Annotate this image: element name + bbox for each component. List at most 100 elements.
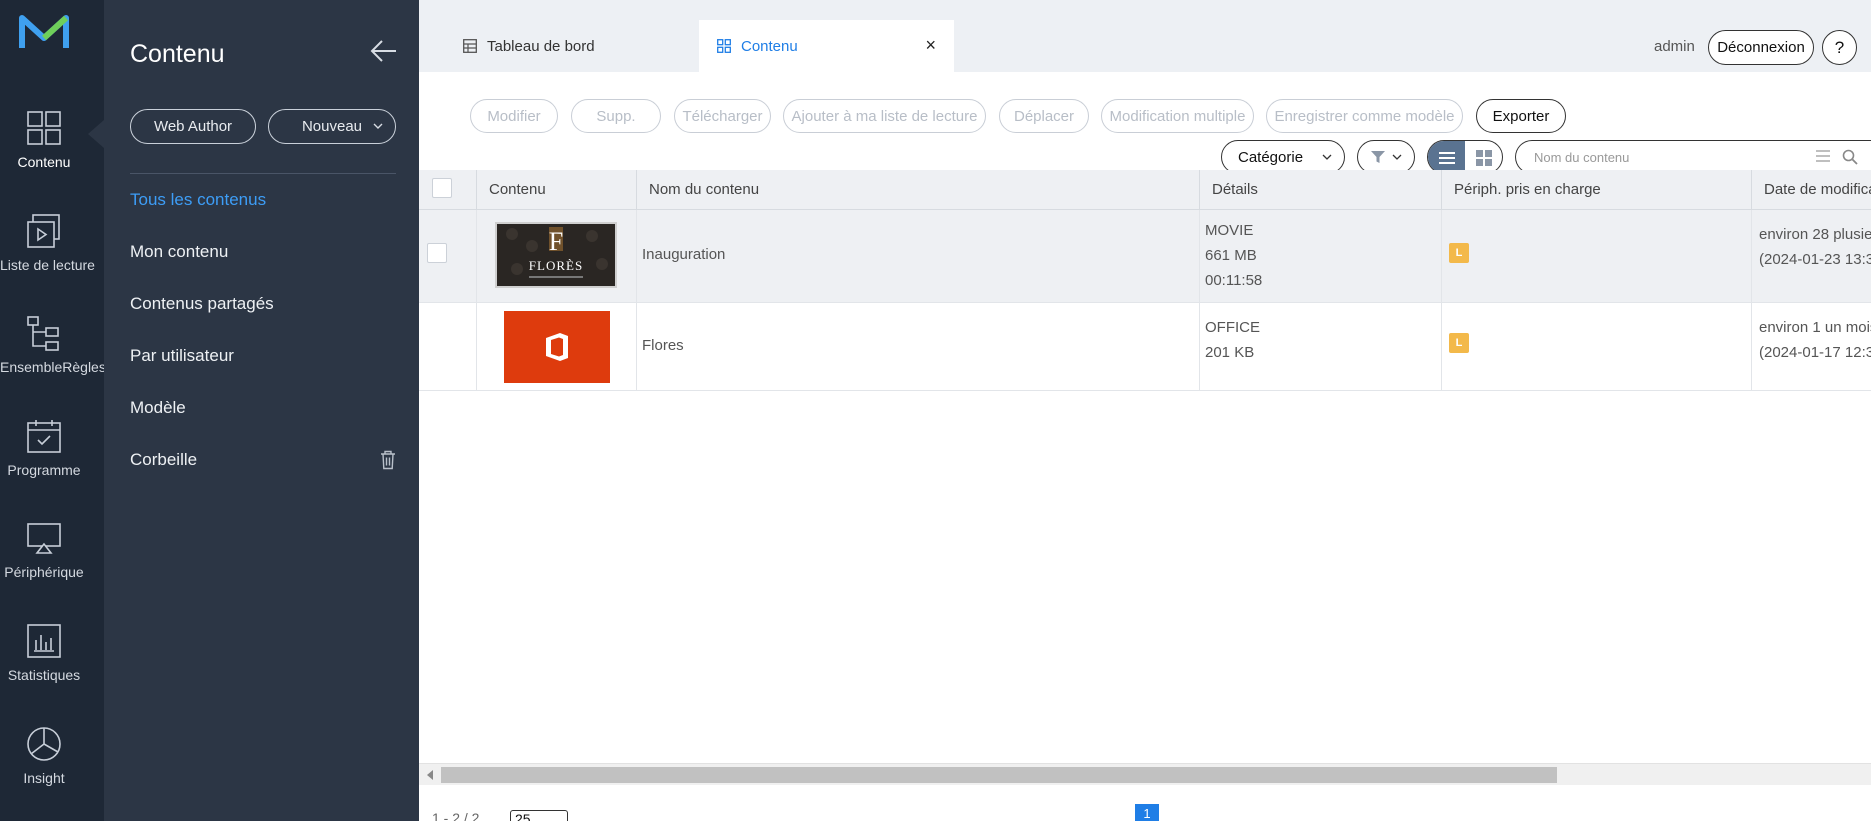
- device-badge: L: [1449, 333, 1469, 353]
- filter-icon: [1371, 151, 1385, 163]
- device-badge: L: [1449, 243, 1469, 263]
- menu-icon[interactable]: [1816, 150, 1830, 162]
- content-size: 661 MB: [1205, 247, 1257, 264]
- active-indicator: [88, 120, 104, 148]
- move-button[interactable]: Déplacer: [999, 99, 1089, 133]
- pie-icon: [27, 727, 61, 761]
- row-checkbox[interactable]: [427, 243, 447, 263]
- display-icon: [27, 523, 61, 554]
- column-header-details[interactable]: Détails: [1199, 170, 1441, 210]
- modify-button[interactable]: Modifier: [470, 99, 558, 133]
- column-header-date[interactable]: Date de modification: [1751, 170, 1871, 210]
- horizontal-scrollbar[interactable]: [419, 763, 1871, 785]
- web-author-button[interactable]: Web Author: [130, 109, 256, 144]
- help-button[interactable]: ?: [1822, 30, 1857, 65]
- rail-item-contenu[interactable]: Contenu: [0, 110, 88, 200]
- sidebar-item-par-utilisateur[interactable]: Par utilisateur: [130, 342, 396, 394]
- grid-icon: [27, 111, 61, 145]
- sidebar-item-mon-contenu[interactable]: Mon contenu: [130, 238, 396, 290]
- office-logo-icon: [546, 333, 568, 361]
- app-window: Contenu Liste de lecture EnsembleRègles: [0, 0, 1871, 821]
- rail-label: Liste de lecture: [0, 257, 95, 273]
- content-size: 201 KB: [1205, 344, 1255, 361]
- tab-contenu[interactable]: Contenu ×: [699, 20, 954, 72]
- close-tab-icon[interactable]: ×: [925, 35, 936, 56]
- add-to-playlist-button[interactable]: Ajouter à ma liste de lecture: [783, 99, 986, 133]
- thumb-text: FLORÈS: [529, 258, 583, 273]
- rail-item-insight[interactable]: Insight: [0, 726, 88, 816]
- rail-label: Périphérique: [4, 564, 84, 580]
- top-bar: Tableau de bord Contenu × admin Déconnex…: [419, 0, 1871, 72]
- calendar-check-icon: [27, 420, 61, 453]
- sidebar-title: Contenu: [130, 40, 225, 68]
- chart-icon: [27, 624, 61, 658]
- column-header-contenu[interactable]: Contenu: [476, 170, 636, 210]
- column-header-peripheriques[interactable]: Périph. pris en charge: [1441, 170, 1751, 210]
- playlist-icon: [27, 214, 60, 248]
- table-header: Contenu Nom du contenu Détails Périph. p…: [419, 170, 1871, 210]
- modified-relative: environ 28 plusieurs jours: [1759, 226, 1871, 243]
- modified-date: environ 28 plusieurs jours (2024-01-23 1…: [1759, 222, 1871, 272]
- dashboard-icon: [463, 39, 477, 53]
- content-thumbnail[interactable]: F FLORÈS: [495, 222, 617, 288]
- page-number-current[interactable]: 1: [1135, 804, 1159, 821]
- modified-relative: environ 1 un mois: [1759, 319, 1871, 336]
- scrollbar-thumb[interactable]: [441, 767, 1557, 783]
- save-as-template-button[interactable]: Enregistrer comme modèle: [1266, 99, 1463, 133]
- page-size-select[interactable]: 25: [510, 810, 568, 821]
- sidebar-item-corbeille[interactable]: Corbeille: [130, 446, 396, 498]
- bulk-edit-button[interactable]: Modification multiple: [1101, 99, 1254, 133]
- content-type: OFFICE: [1205, 319, 1260, 336]
- sidebar-divider: [130, 173, 396, 174]
- table-row[interactable]: Flores OFFICE 201 KB L environ 1 un mois…: [419, 303, 1871, 391]
- trash-icon[interactable]: [380, 450, 396, 470]
- modified-absolute: (2024-01-17 12:35:02): [1759, 344, 1871, 361]
- content-name[interactable]: Inauguration: [642, 246, 725, 263]
- app-logo[interactable]: [18, 12, 70, 52]
- rail-label: EnsembleRègles: [0, 359, 106, 375]
- table-row[interactable]: F FLORÈS Inauguration MOVIE 661 MB 00:11…: [419, 210, 1871, 303]
- category-select[interactable]: Catégorie: [1221, 140, 1345, 174]
- grid-icon: [1475, 150, 1492, 166]
- content-thumbnail[interactable]: [504, 311, 610, 383]
- sidebar-item-tous-les-contenus[interactable]: Tous les contenus: [130, 186, 396, 238]
- modified-date: environ 1 un mois (2024-01-17 12:35:02): [1759, 315, 1871, 365]
- rail-item-peripherique[interactable]: Périphérique: [0, 520, 88, 610]
- thumb-letter: F: [549, 227, 563, 256]
- scroll-left-icon[interactable]: [427, 770, 433, 780]
- column-header-nom[interactable]: Nom du contenu: [636, 170, 1199, 210]
- list-icon: [1438, 152, 1455, 164]
- arrow-left-icon[interactable]: [370, 38, 398, 64]
- tab-label: Tableau de bord: [487, 37, 595, 55]
- sidebar-item-contenus-partages[interactable]: Contenus partagés: [130, 290, 396, 342]
- search-icon[interactable]: [1842, 149, 1858, 165]
- ruleset-icon: [27, 316, 59, 351]
- category-label: Catégorie: [1238, 148, 1304, 166]
- content-type: MOVIE: [1205, 222, 1254, 239]
- content-name[interactable]: Flores: [642, 337, 684, 354]
- content-sidebar: Contenu Web Author Nouveau Tous les cont…: [104, 0, 419, 821]
- new-dropdown-button[interactable]: Nouveau: [268, 109, 396, 144]
- result-count: 1 - 2 / 2: [432, 810, 480, 821]
- export-button[interactable]: Exporter: [1476, 99, 1566, 133]
- rail-item-programme[interactable]: Programme: [0, 418, 88, 508]
- rail-item-ensemble-regles[interactable]: EnsembleRègles: [0, 315, 106, 405]
- tab-label: Contenu: [741, 37, 798, 55]
- search-input[interactable]: [1534, 148, 1814, 166]
- content-details: OFFICE 201 KB: [1205, 315, 1260, 365]
- sidebar-menu: Tous les contenus Mon contenu Contenus p…: [130, 186, 396, 498]
- filter-button[interactable]: [1357, 140, 1415, 174]
- rail-label: Programme: [7, 462, 81, 478]
- delete-button[interactable]: Supp.: [571, 99, 661, 133]
- rail-item-statistiques[interactable]: Statistiques: [0, 623, 88, 713]
- download-button[interactable]: Télécharger: [674, 99, 771, 133]
- chevron-down-icon: [1322, 154, 1332, 160]
- rail-item-liste-de-lecture[interactable]: Liste de lecture: [0, 213, 95, 303]
- content-duration: 00:11:58: [1205, 272, 1263, 289]
- logout-button[interactable]: Déconnexion: [1708, 30, 1814, 65]
- tab-tableau-de-bord[interactable]: Tableau de bord: [463, 20, 703, 72]
- new-label: Nouveau: [301, 118, 363, 135]
- sidebar-item-modele[interactable]: Modèle: [130, 394, 396, 446]
- current-user: admin: [1654, 38, 1695, 55]
- select-all-checkbox[interactable]: [432, 178, 452, 198]
